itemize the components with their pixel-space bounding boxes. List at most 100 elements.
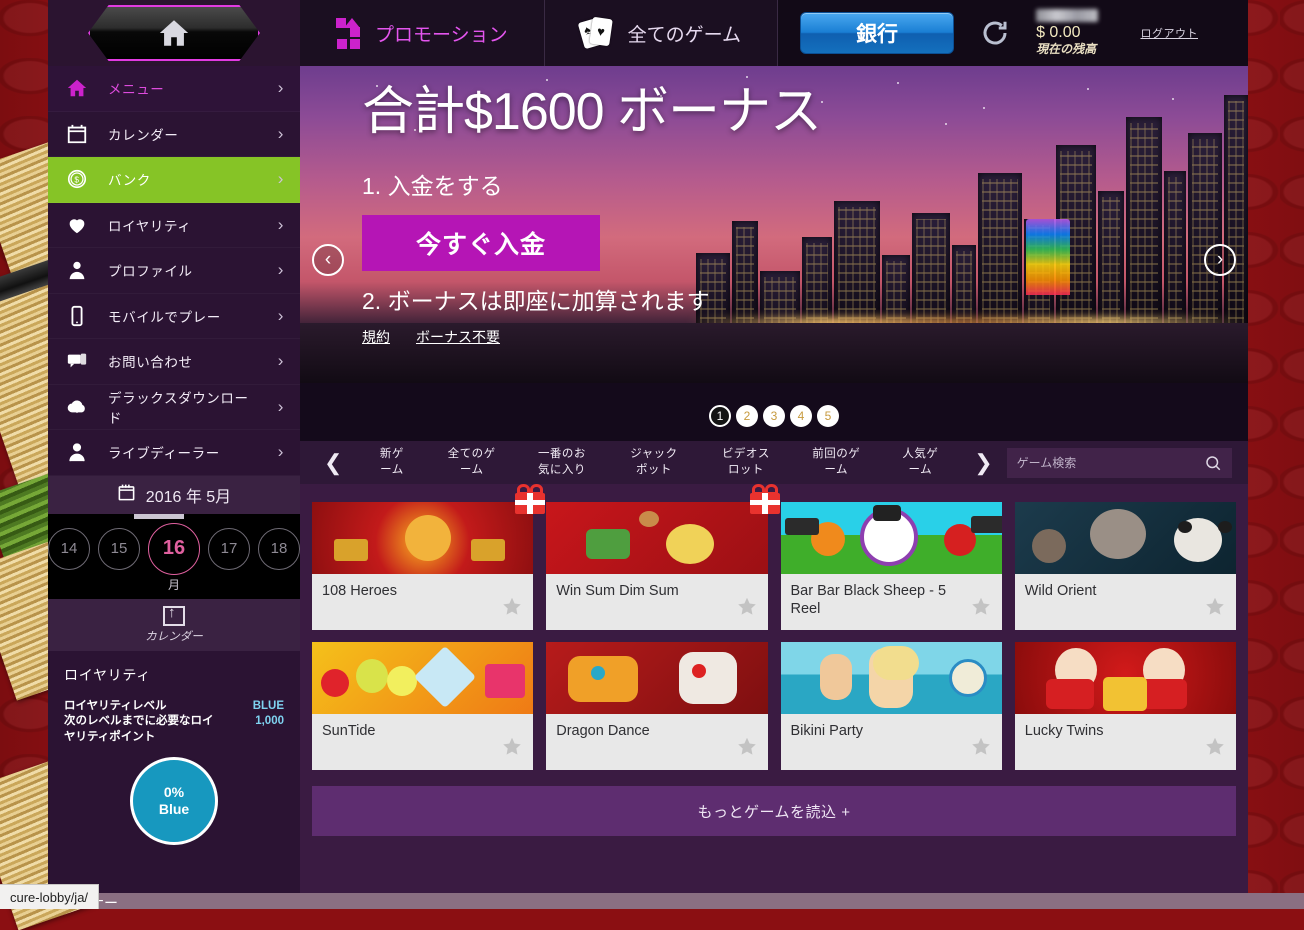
gift-icon [336, 18, 362, 48]
chevron-right-icon: › [278, 215, 284, 235]
calendar-day[interactable]: 18 [258, 528, 300, 570]
game-card[interactable]: Wild Orient [1015, 502, 1236, 630]
logout-link[interactable]: ログアウト [1141, 25, 1199, 41]
sidebar-item-profile[interactable]: プロファイル › [48, 248, 300, 294]
no-bonus-link[interactable]: ボーナス不要 [416, 327, 500, 347]
calendar-day[interactable]: 14 [48, 528, 90, 570]
game-thumbnail [312, 502, 533, 574]
tab-popular-games[interactable]: 人気ゲーム [880, 447, 960, 478]
sidebar-item-menu[interactable]: メニュー › [48, 66, 300, 112]
game-title: Wild Orient [1025, 582, 1204, 600]
game-thumbnail [781, 642, 1002, 714]
tab-jackpot[interactable]: ジャックポット [608, 447, 700, 478]
sidebar-item-calendar[interactable]: カレンダー › [48, 112, 300, 158]
banner-dot[interactable]: 3 [763, 405, 785, 427]
tab-last-played[interactable]: 前回のゲーム [792, 447, 881, 478]
bank-button[interactable]: 銀行 [800, 12, 954, 54]
game-card[interactable]: SunTide [312, 642, 533, 770]
game-card[interactable]: Lucky Twins [1015, 642, 1236, 770]
sidebar-item-label: モバイルでプレー [108, 306, 262, 326]
banner-dot[interactable]: 5 [817, 405, 839, 427]
balance-amount: $ 0.00 [1036, 24, 1098, 42]
tabs-next-icon[interactable]: ❯ [960, 450, 1006, 476]
favorite-star-icon[interactable] [501, 736, 523, 757]
banner-prev-button[interactable]: ‹ [312, 244, 344, 276]
load-more-games-button[interactable]: もっとゲームを読込 + [312, 786, 1236, 836]
gift-icon [750, 484, 780, 514]
tabs-prev-icon[interactable]: ❮ [310, 450, 356, 476]
game-card-footer: Bar Bar Black Sheep - 5 Reel [781, 574, 1002, 630]
home-icon [88, 5, 260, 61]
game-title: 108 Heroes [322, 582, 501, 600]
sidebar-item-label: ロイヤリティ [108, 215, 262, 235]
game-card[interactable]: Bar Bar Black Sheep - 5 Reel [781, 502, 1002, 630]
game-thumbnail [546, 642, 767, 714]
sidebar-item-deluxe-download[interactable]: デラックスダウンロード › [48, 385, 300, 431]
favorite-star-icon[interactable] [736, 596, 758, 617]
cloud-download-icon [62, 396, 92, 418]
open-calendar-button[interactable]: カレンダー [48, 599, 300, 651]
chevron-right-icon: › [278, 78, 284, 98]
favorite-star-icon[interactable] [501, 596, 523, 617]
game-title: Lucky Twins [1025, 722, 1204, 740]
banner-dot[interactable]: 1 [709, 405, 731, 427]
search-input[interactable] [1017, 456, 1204, 470]
loyalty-title: ロイヤリティ [64, 665, 284, 685]
banner-title: 合計$1600 ボーナス [362, 84, 982, 141]
top-bar: プロモーション ♠♥ 全てのゲーム 銀行 $ 0.00 現在の残高 ログアウト [48, 0, 1248, 66]
loyalty-points-value: 1,000 [255, 714, 284, 745]
game-thumbnail [312, 642, 533, 714]
loyalty-panel: ロイヤリティ ロイヤリティレベル BLUE 次のレベルまでに必要なロイヤリティポ… [48, 651, 300, 846]
calendar-day[interactable]: 15 [98, 528, 140, 570]
game-card[interactable]: Win Sum Dim Sum [546, 502, 767, 630]
game-card-footer: 108 Heroes [312, 574, 533, 630]
calendar-day-selected[interactable]: 16 [148, 523, 200, 575]
sidebar-item-mobile-play[interactable]: モバイルでプレー › [48, 294, 300, 340]
search-icon[interactable] [1204, 454, 1222, 472]
sidebar-item-loyalty[interactable]: ロイヤリティ › [48, 203, 300, 249]
banner-next-button[interactable]: › [1204, 244, 1236, 276]
favorite-star-icon[interactable] [1204, 596, 1226, 617]
game-card[interactable]: 108 Heroes [312, 502, 533, 630]
home-icon [62, 77, 92, 99]
tab-new-games[interactable]: 新ゲーム [356, 447, 427, 478]
favorite-star-icon[interactable] [970, 736, 992, 757]
game-title: SunTide [322, 722, 501, 740]
nav-all-games[interactable]: ♠♥ 全てのゲーム [545, 0, 778, 66]
game-card-footer: Win Sum Dim Sum [546, 574, 767, 630]
game-thumbnail [1015, 502, 1236, 574]
game-thumbnail [781, 502, 1002, 574]
game-search [1007, 448, 1232, 478]
calendar-icon [117, 483, 136, 507]
favorite-star-icon[interactable] [970, 596, 992, 617]
sidebar-item-label: お問い合わせ [108, 351, 262, 371]
calendar-day[interactable]: 17 [208, 528, 250, 570]
favorite-star-icon[interactable] [1204, 736, 1226, 757]
banner-dot[interactable]: 4 [790, 405, 812, 427]
games-grid: 108 Heroes Win Sum Dim Sum [300, 484, 1248, 770]
nav-promotions[interactable]: プロモーション [300, 0, 545, 66]
game-title: Win Sum Dim Sum [556, 582, 735, 600]
status-url: cure-lobby/ja/ [10, 890, 88, 905]
sidebar-item-contact[interactable]: お問い合わせ › [48, 339, 300, 385]
game-card-footer: Dragon Dance [546, 714, 767, 770]
loyalty-progress-circle[interactable]: 0% Blue [130, 757, 218, 845]
game-card[interactable]: Bikini Party [781, 642, 1002, 770]
svg-text:$: $ [74, 176, 79, 185]
banner-dot[interactable]: 2 [736, 405, 758, 427]
home-logo-button[interactable] [48, 0, 300, 66]
coin-dollar-icon: $ [62, 168, 92, 190]
refresh-icon[interactable] [980, 18, 1010, 48]
sidebar-item-bank[interactable]: $ バンク › [48, 157, 300, 203]
username-redacted [1036, 9, 1098, 22]
terms-link[interactable]: 規約 [362, 327, 390, 347]
banner-links: 規約 ボーナス不要 [362, 327, 982, 347]
tab-video-slots[interactable]: ビデオスロット [700, 447, 792, 478]
tab-all-games[interactable]: 全てのゲーム [427, 447, 516, 478]
deposit-now-button[interactable]: 今すぐ入金 [362, 215, 600, 271]
sidebar-item-live-dealer[interactable]: ライブディーラー › [48, 430, 300, 476]
favorite-star-icon[interactable] [736, 736, 758, 757]
tab-top-favorites[interactable]: 一番のお気に入り [516, 447, 608, 478]
game-card[interactable]: Dragon Dance [546, 642, 767, 770]
calendar-weekday: 月 [48, 576, 300, 593]
